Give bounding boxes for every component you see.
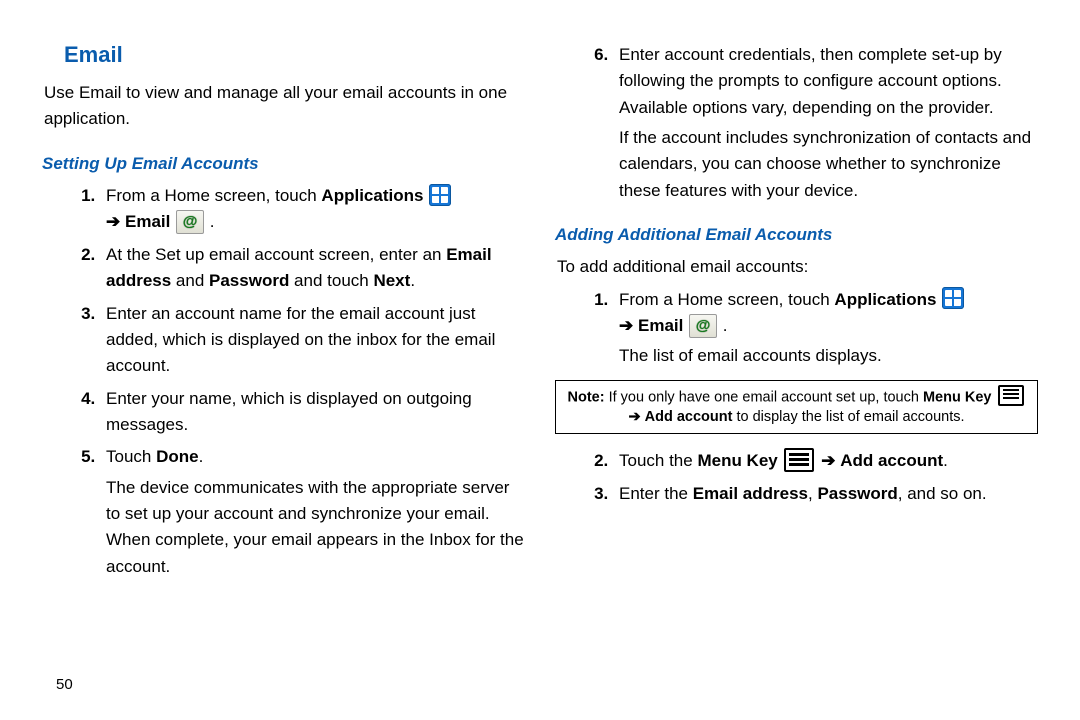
intro-text: Use Email to view and manage all your em…: [44, 80, 525, 133]
add-step-2: Touch the Menu Key ➔ Add account.: [613, 448, 1038, 474]
bold: Add account: [840, 451, 943, 470]
bold: Menu Key: [923, 389, 992, 405]
arrow-icon: ➔: [628, 409, 640, 425]
text: Enter the: [619, 484, 693, 503]
add-step-1: From a Home screen, touch Applications ➔…: [613, 287, 1038, 370]
subheading-setup: Setting Up Email Accounts: [42, 151, 525, 177]
section-heading-email: Email: [64, 38, 525, 72]
text: .: [410, 271, 415, 290]
note-box: Note: If you only have one email account…: [555, 380, 1038, 435]
step-6: Enter account credentials, then complete…: [613, 42, 1038, 204]
bold-email: Email: [638, 316, 683, 335]
subheading-adding: Adding Additional Email Accounts: [555, 222, 1038, 248]
adding-steps: From a Home screen, touch Applications ➔…: [555, 287, 1038, 370]
menu-key-icon: [998, 385, 1024, 406]
menu-key-icon: [784, 448, 814, 472]
page-number: 50: [56, 673, 73, 696]
text: .: [943, 451, 948, 470]
note-label: Note:: [568, 389, 605, 405]
applications-icon: [429, 184, 451, 206]
step-6-after: If the account includes synchronization …: [619, 125, 1038, 204]
text: From a Home screen, touch: [619, 290, 834, 309]
text: and touch: [289, 271, 373, 290]
bold: Email address: [693, 484, 808, 503]
bold: Password: [817, 484, 897, 503]
bold: Add account: [645, 409, 733, 425]
bold-applications: Applications: [834, 290, 936, 309]
text: , and so on.: [898, 484, 987, 503]
add-step-3: Enter the Email address, Password, and s…: [613, 481, 1038, 507]
step-5-after: The device communicates with the appropr…: [106, 475, 525, 580]
intro2: To add additional email accounts:: [557, 254, 1038, 280]
email-icon: [176, 210, 204, 234]
arrow-icon: ➔: [821, 451, 835, 470]
step-1: From a Home screen, touch Applications ➔…: [100, 183, 525, 236]
setup-steps: From a Home screen, touch Applications ➔…: [42, 183, 525, 580]
bold-applications: Applications: [321, 186, 423, 205]
step-3: Enter an account name for the email acco…: [100, 301, 525, 380]
text: .: [199, 447, 204, 466]
setup-steps-cont: Enter account credentials, then complete…: [555, 42, 1038, 204]
bold-email: Email: [125, 212, 170, 231]
left-column: Email Use Email to view and manage all y…: [42, 38, 525, 586]
bold: Next: [373, 271, 410, 290]
arrow-icon: ➔: [619, 316, 633, 335]
right-column: Enter account credentials, then complete…: [555, 38, 1038, 586]
manual-page: Email Use Email to view and manage all y…: [0, 0, 1080, 586]
bold: Done: [156, 447, 199, 466]
adding-steps-cont: Touch the Menu Key ➔ Add account. Enter …: [555, 448, 1038, 507]
bold: Menu Key: [697, 451, 777, 470]
step-5: Touch Done. The device communicates with…: [100, 444, 525, 580]
step-2: At the Set up email account screen, ente…: [100, 242, 525, 295]
arrow-icon: ➔: [106, 212, 120, 231]
text: Touch: [106, 447, 156, 466]
text: At the Set up email account screen, ente…: [106, 245, 446, 264]
text: .: [205, 212, 214, 231]
text: Enter account credentials, then complete…: [619, 45, 1002, 117]
text: From a Home screen, touch: [106, 186, 321, 205]
bold: Password: [209, 271, 289, 290]
text: If you only have one email account set u…: [605, 389, 923, 405]
add-step-1-after: The list of email accounts displays.: [619, 343, 1038, 369]
email-icon: [689, 314, 717, 338]
text: to display the list of email accounts.: [732, 409, 964, 425]
text: Touch the: [619, 451, 697, 470]
applications-icon: [942, 287, 964, 309]
text: and: [171, 271, 209, 290]
step-4: Enter your name, which is displayed on o…: [100, 386, 525, 439]
text: .: [718, 316, 727, 335]
